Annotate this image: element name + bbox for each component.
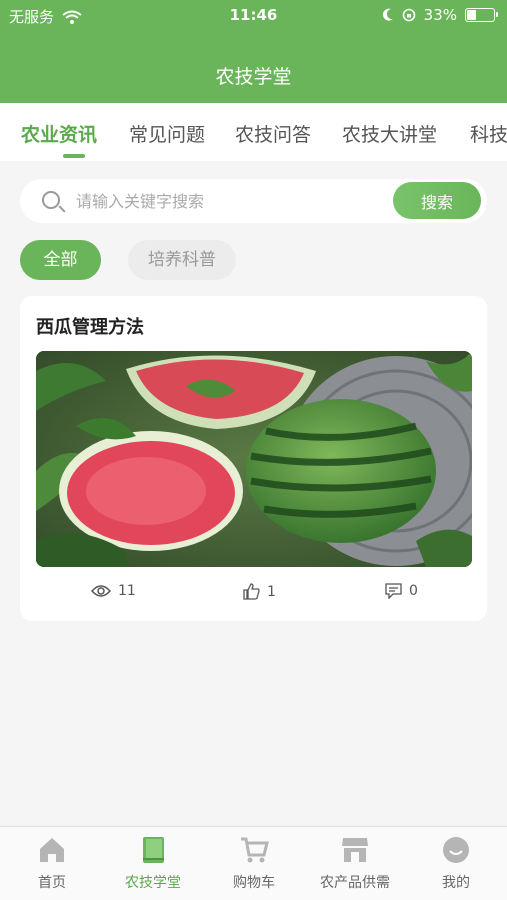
filter-chip-all[interactable]: 全部 [20,240,101,280]
app-header: 无服务 11:46 33% 农技学堂 [0,0,507,103]
battery-icon [465,8,498,22]
tab-faq[interactable]: 常见问题 [129,120,205,147]
article-stats: 11 1 0 [20,583,487,607]
tabbar-label: 我的 [442,875,470,891]
tabbar-agri-school[interactable]: 农技学堂 [103,835,203,892]
views-stat: 11 [91,583,136,599]
tabbar-label: 首页 [38,875,66,891]
tab-agri-qa[interactable]: 农技问答 [235,120,311,147]
category-tabs: 农业资讯 常见问题 农技问答 农技大讲堂 科技 [0,103,507,161]
filter-chip-science[interactable]: 培养科普 [128,240,236,280]
profile-icon [443,837,469,863]
search-icon [42,191,60,209]
likes-count: 1 [267,583,276,600]
likes-stat[interactable]: 1 [243,583,276,600]
eye-icon [91,585,111,597]
tabbar-home[interactable]: 首页 [2,835,102,892]
tabbar-label: 购物车 [233,875,275,891]
tab-agri-news[interactable]: 农业资讯 [21,120,97,147]
watermelon-image [36,351,472,567]
battery-level [467,10,477,20]
rotation-lock-icon [402,8,415,22]
moon-icon [382,8,393,21]
active-tab-indicator [63,154,85,158]
tab-lecture-hall[interactable]: 农技大讲堂 [342,120,437,147]
search-bar: 搜索 [20,179,487,223]
tabbar-label: 农技学堂 [125,875,181,891]
search-button[interactable]: 搜索 [393,182,481,219]
tabbar-supply-demand[interactable]: 农产品供需 [305,835,405,892]
book-icon [143,837,164,863]
store-icon [342,838,368,862]
page-title: 农技学堂 [215,66,292,88]
comments-count: 0 [409,583,418,599]
article-image[interactable] [36,351,472,567]
status-bar: 无服务 11:46 33% [0,0,507,30]
tabbar-label: 农产品供需 [320,875,390,891]
comments-stat[interactable]: 0 [385,583,418,599]
tabbar-profile[interactable]: 我的 [406,835,506,892]
comment-icon [385,583,402,599]
views-count: 11 [118,583,136,599]
tabbar-cart[interactable]: 购物车 [204,835,304,892]
cart-icon [241,837,269,863]
search-input[interactable] [76,189,386,213]
battery-percent: 33% [423,6,457,24]
article-card[interactable]: 西瓜管理方法 11 1 0 [20,296,487,621]
thumbs-up-icon [243,583,260,600]
tab-tech[interactable]: 科技 [470,120,507,147]
home-icon [40,838,64,862]
article-title: 西瓜管理方法 [36,317,144,338]
bottom-tab-bar: 首页 农技学堂 购物车 农产品供需 我的 [0,826,507,900]
